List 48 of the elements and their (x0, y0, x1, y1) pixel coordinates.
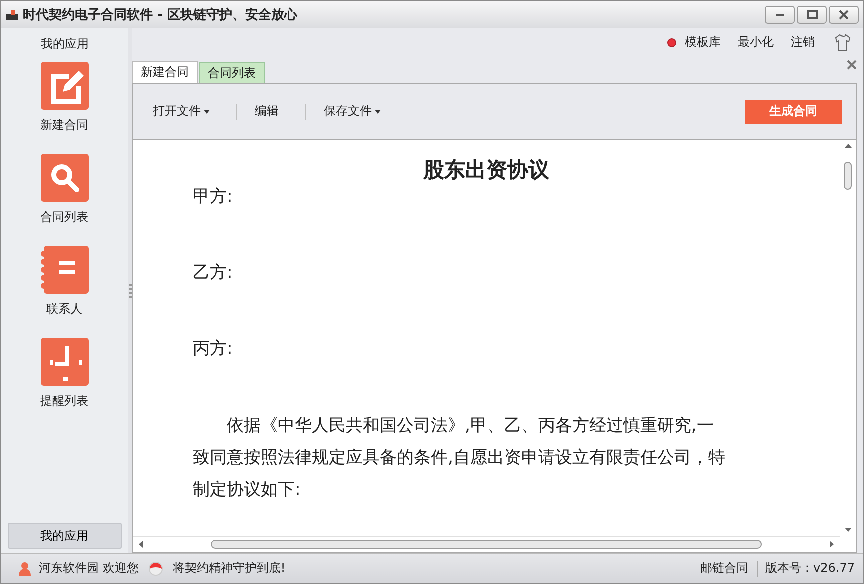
skin-shirt-icon (835, 34, 851, 52)
welcome-text: 河东软件园 欢迎您 (39, 560, 139, 577)
slogan-text: 将契约精神守护到底! (172, 560, 286, 577)
party-label: 甲方: (193, 186, 234, 209)
tab[interactable]: 新建合同 (132, 61, 198, 83)
maximize-button[interactable] (797, 6, 827, 24)
document-paragraph: 依据《中华人民共和国公司法》,甲、乙、丙各方经过慎重研究,一致同意按照法律规定应具备的条件,自愿出资申请设立有限责任公司，特制定协议如下: (193, 415, 726, 502)
notebook-icon (40, 246, 88, 294)
close-icon (839, 10, 849, 20)
minimize-button[interactable] (765, 6, 795, 24)
header-link[interactable]: 注销 (791, 34, 815, 51)
close-icon (847, 60, 857, 70)
sidebar-item[interactable]: 新建合同 (40, 62, 88, 134)
party-label: 丙方: (193, 338, 234, 361)
scroll-left-icon (139, 541, 143, 548)
splitter-grip-icon (128, 284, 132, 298)
sidebar-footer-button[interactable]: 我的应用 (8, 523, 122, 549)
horizontal-scrollbar[interactable] (133, 536, 840, 552)
user-icon (19, 562, 31, 576)
edit-icon (40, 62, 88, 110)
sidebar-item[interactable]: 合同列表 (40, 154, 88, 226)
document-title: 股东出资协议 (422, 156, 550, 184)
close-button[interactable] (829, 6, 859, 24)
tab[interactable]: 合同列表 (199, 62, 265, 83)
window-title: 时代契约电子合同软件 - 区块链守护、安全放心 (23, 6, 298, 24)
toolbar-button[interactable]: 保存文件 (316, 103, 389, 120)
toolbar-button[interactable]: 编辑 (247, 103, 287, 120)
search-icon (40, 154, 88, 202)
scroll-up-icon (844, 144, 852, 148)
status-dot-icon (667, 38, 677, 48)
sidebar-heading: 我的应用 (41, 36, 89, 52)
header-link[interactable]: 最小化 (738, 34, 774, 51)
toolbar-button[interactable]: 打开文件 (145, 103, 218, 120)
version-label: 版本号：v26.77 (766, 560, 855, 577)
clock-icon (40, 338, 88, 386)
sidebar-item[interactable]: 联系人 (40, 246, 88, 318)
chain-label: 邮链合同 (700, 560, 749, 577)
scrollbar-thumb[interactable] (211, 540, 762, 549)
party-label: 乙方: (193, 262, 234, 285)
header-link[interactable]: 模板库 (685, 34, 721, 51)
minimize-icon (776, 14, 784, 16)
badge-icon (148, 562, 163, 576)
maximize-icon (806, 10, 818, 19)
scroll-right-icon (830, 541, 834, 548)
scroll-down-icon (844, 528, 852, 532)
app-logo-icon (5, 8, 19, 20)
scrollbar-thumb[interactable] (844, 162, 852, 190)
sidebar-item[interactable]: 提醒列表 (40, 338, 88, 410)
